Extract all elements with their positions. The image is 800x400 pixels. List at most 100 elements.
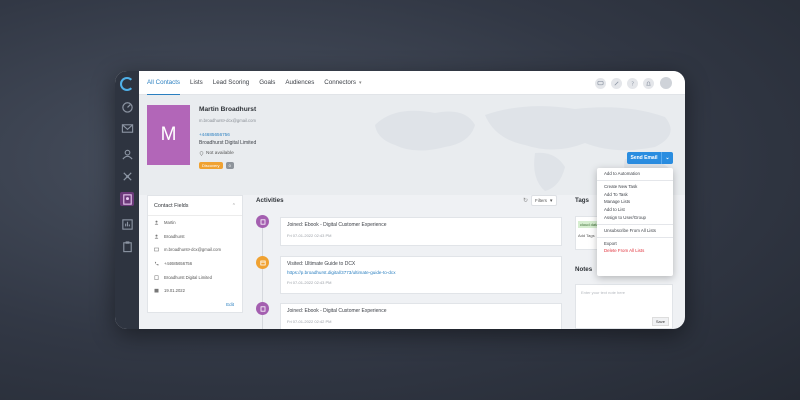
field-value: Broadhurst Digital Limited [164,274,212,280]
notes-title: Notes [575,266,593,273]
notes-input[interactable]: Enter your text note here Save [575,284,673,329]
menu-divider [597,223,673,225]
activity-title: Joined: Ebook - Digital Customer Experie… [287,308,387,314]
ebook-icon [256,215,269,228]
field-value: Martin [164,220,176,226]
send-email-label: Send Email [630,155,658,161]
activity-item[interactable]: Visited: Ultimate Guide to DCX https://p… [280,256,562,294]
person-icon [154,220,159,225]
edit-fields-link[interactable]: Edit [226,302,234,307]
tab-lists[interactable]: Lists [190,71,203,95]
chevron-down-icon: ▾ [358,79,362,86]
contact-company: Broadhurst Digital Limited [199,140,257,146]
contact-fields-card: Contact Fields ⌃ Martin Broadhurst m.bro… [147,195,243,313]
phone-icon [154,261,159,266]
menu-divider [597,236,673,238]
menu-item-add-to-task[interactable]: Add To Task [597,191,673,199]
automation-icon[interactable] [120,169,134,183]
tab-lead-scoring[interactable]: Lead Scoring [213,71,249,95]
field-value: m.broadhurst+dcx@gmail.com [164,247,221,253]
filters-button[interactable]: Filters ▼ [531,195,558,206]
user-avatar[interactable] [659,76,673,90]
dashboard-icon[interactable] [120,99,134,113]
building-icon [154,275,159,280]
svg-text:?: ? [631,81,634,87]
clipboard-icon[interactable] [120,239,134,253]
activities-title: Activities [256,197,284,204]
status-badges: Discovery 0 [199,162,234,169]
tab-goals[interactable]: Goals [259,71,275,95]
reports-icon[interactable] [120,217,134,231]
menu-divider [597,179,673,181]
menu-item-unsubscribe[interactable]: Unsubscribe From All Lists [597,227,673,235]
activity-time: Fri 07-01-2022 02:42 PM [287,319,332,324]
tab-all-contacts[interactable]: All Contacts [147,71,181,95]
contact-fields-title: Contact Fields [154,202,189,209]
status-badge: Discovery [199,162,223,169]
tab-audiences[interactable]: Audiences [285,71,314,95]
visit-icon [256,256,269,269]
activity-title: Visited: Ultimate Guide to DCX [287,261,356,267]
calendar-icon [154,289,159,293]
filters-label: Filters [535,198,547,203]
activity-time: Fri 07-01-2022 02:43 PM [287,233,332,238]
tools-icon[interactable] [611,77,622,89]
save-note-button[interactable]: Save [651,317,669,326]
contacts-icon[interactable] [120,147,134,161]
activities-toolbar: ↻ Filters ▼ [523,195,558,206]
email-icon[interactable] [120,121,134,135]
contact-fields-header[interactable]: Contact Fields ⌃ [148,196,242,216]
location-text: Not available [206,151,234,156]
activity-time: Fri 07-01-2022 02:43 PM [287,280,332,285]
send-email-dropdown: Add to Automation Create New Task Add To… [597,168,673,276]
chat-icon[interactable] [595,77,606,89]
menu-item-delete-from-all-lists[interactable]: Delete From All Lists [597,247,673,255]
field-value: +44685656756 [164,261,193,267]
menu-item-manage-lists[interactable]: Manage Lists [597,198,673,206]
sidebar-rail [115,71,139,329]
field-date: 19.01.2022 [148,284,242,298]
contact-avatar: M [147,105,190,165]
top-icon-group: ? [595,76,673,90]
field-last-name: Broadhurst [148,230,242,244]
menu-item-export[interactable]: Export [597,240,673,248]
menu-item-add-to-list[interactable]: Add to List [597,206,673,214]
field-email: m.broadhurst+dcx@gmail.com [148,243,242,257]
envelope-icon [154,248,159,252]
activity-item[interactable]: Joined: Ebook - Digital Customer Experie… [280,217,562,246]
notification-icon[interactable] [643,77,654,89]
help-icon[interactable]: ? [627,77,638,89]
chevron-up-icon[interactable]: ⌃ [232,203,236,209]
person-icon [154,234,159,239]
contact-email: m.broadhurst+dcx@gmail.com [199,118,256,123]
field-first-name: Martin [148,216,242,230]
activity-title: Joined: Ebook - Digital Customer Experie… [287,222,387,228]
activity-item[interactable]: Joined: Ebook - Digital Customer Experie… [280,303,562,329]
activity-link[interactable]: https://p.broadhurst.digital/3773/ultima… [287,270,555,275]
funnel-icon: ▼ [548,198,554,203]
top-navigation: All Contacts Lists Lead Scoring Goals Au… [139,71,685,95]
notes-placeholder: Enter your text note here [581,290,626,295]
app-logo[interactable] [120,77,134,91]
menu-item-add-to-automation[interactable]: Add to Automation [597,170,673,178]
score-badge: 0 [225,162,234,169]
tab-connectors[interactable]: Connectors ▾ [324,71,361,95]
menu-item-create-new-task[interactable]: Create New Task [597,183,673,191]
tags-title: Tags [575,197,589,204]
menu-item-assign-user-group[interactable]: Assign to User/Group [597,214,673,222]
field-value: Broadhurst [164,233,185,239]
refresh-icon[interactable]: ↻ [523,197,528,204]
contact-phone[interactable]: +44685656756 [199,132,230,137]
contact-name: Martin Broadhurst [199,106,257,113]
ebook-icon [256,302,269,315]
location-row: Not available [199,151,234,156]
app-window: All Contacts Lists Lead Scoring Goals Au… [115,71,685,329]
field-phone: +44685656756 [148,257,242,271]
tab-connectors-label: Connectors [324,78,356,86]
send-email-button[interactable]: Send Email ⌄ [627,152,673,164]
chevron-down-icon[interactable]: ⌄ [661,152,673,164]
field-value: 19.01.2022 [164,288,185,294]
field-company: Broadhurst Digital Limited [148,270,242,284]
profile-icon[interactable] [120,192,134,206]
location-pin-icon [199,151,204,156]
